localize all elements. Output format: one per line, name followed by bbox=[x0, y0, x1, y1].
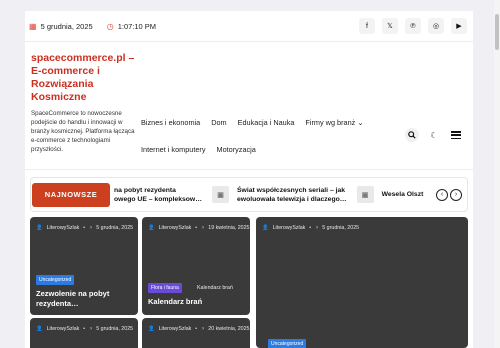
nav-item-biznes[interactable]: Biznes i ekonomia bbox=[141, 118, 200, 127]
top-bar: ▦ 5 grudnia, 2025 ◷ 1:07:10 PM f 𝕏 ℗ ◎ ▶ bbox=[25, 11, 473, 42]
facebook-icon[interactable]: f bbox=[359, 18, 375, 34]
post-author[interactable]: LiterowySzlak bbox=[47, 326, 80, 332]
post-tag[interactable]: Kalendarz brań bbox=[197, 285, 233, 291]
ticker-items: na pobyt rezydenta owego UE – kompleksow… bbox=[114, 186, 436, 204]
date-text: 5 grudnia, 2025 bbox=[40, 21, 93, 31]
calendar-icon: ▦ bbox=[29, 21, 37, 31]
ticker-item-line: owego UE – kompleksow… bbox=[114, 195, 203, 203]
post-date: 5 grudnia, 2025 bbox=[96, 326, 134, 332]
ticker-label: NAJNOWSZE bbox=[32, 182, 110, 207]
nav-item-edukacja[interactable]: Edukacja i Nauka bbox=[238, 118, 295, 127]
image-placeholder-icon: ▣ bbox=[212, 186, 230, 203]
chevron-right-icon[interactable]: › bbox=[450, 188, 462, 201]
chevron-left-icon[interactable]: ‹ bbox=[436, 188, 448, 201]
post-author[interactable]: LiterowySzlak bbox=[273, 225, 306, 231]
nav-item-firmy[interactable]: Firmy wg branż ⌄ bbox=[305, 118, 363, 127]
menu-icon[interactable] bbox=[449, 128, 463, 142]
nav-item-dom[interactable]: Dom bbox=[211, 118, 226, 127]
ticker-item-line: na pobyt rezydenta bbox=[114, 186, 176, 194]
post-author[interactable]: LiterowySzlak bbox=[47, 225, 80, 231]
clock-icon: ◷ bbox=[106, 21, 114, 31]
post-meta: 👤 LiterowySzlak • ◔ 5 grudnia, 2025 bbox=[36, 326, 133, 332]
post-meta: 👤 LiterowySzlak • ◔ 20 kwietnia, 2025 bbox=[148, 326, 250, 332]
ticker-item[interactable]: ▣ Świat współczesnych seriali – jak ewol… bbox=[212, 186, 347, 204]
ticker-controls: ‹ › bbox=[436, 188, 462, 201]
header-actions: ☾ bbox=[405, 128, 463, 142]
nav-row: Internet i komputery Motoryzacja bbox=[141, 145, 256, 154]
nav-item-motoryzacja[interactable]: Motoryzacja bbox=[217, 145, 256, 154]
instagram-icon[interactable]: ◎ bbox=[428, 18, 444, 34]
post-date: 5 grudnia, 2025 bbox=[322, 225, 360, 231]
time-display: ◷ 1:07:10 PM bbox=[107, 22, 156, 31]
post-date: 20 kwietnia, 2025 bbox=[208, 326, 250, 332]
category-badge[interactable]: Uncategorized bbox=[36, 275, 75, 285]
ticker-item[interactable]: ▣ Wesela Olszt bbox=[356, 186, 424, 203]
page-scrollbar[interactable] bbox=[494, 0, 500, 348]
date-display: ▦ 5 grudnia, 2025 bbox=[29, 22, 93, 31]
clock-icon: ◔ bbox=[89, 225, 93, 231]
separator-dot: • bbox=[309, 225, 312, 231]
site-title[interactable]: spacecommerce.pl – E-commerce i Rozwiąza… bbox=[31, 52, 135, 104]
ticker-item[interactable]: na pobyt rezydenta owego UE – kompleksow… bbox=[114, 186, 202, 204]
site-header: spacecommerce.pl – E-commerce i Rozwiąza… bbox=[25, 42, 473, 170]
post-card[interactable]: 👤 LiterowySzlak • ◔ 5 grudnia, 2025 Unca… bbox=[30, 217, 138, 315]
category-badge[interactable]: Flora i fauna bbox=[148, 283, 182, 293]
post-title[interactable]: Zezwolenie na pobyt rezydenta… bbox=[36, 289, 132, 308]
x-icon[interactable]: 𝕏 bbox=[382, 18, 398, 34]
clock-icon: ◔ bbox=[89, 326, 93, 332]
post-meta: 👤 LiterowySzlak • ◔ 5 grudnia, 2025 bbox=[36, 225, 133, 231]
brand: spacecommerce.pl – E-commerce i Rozwiąza… bbox=[31, 52, 135, 154]
time-text: 1:07:10 PM bbox=[117, 21, 157, 31]
site-description: SpaceCommerce to nowoczesne podejście do… bbox=[31, 110, 135, 153]
post-date: 19 kwietnia, 2025 bbox=[208, 225, 250, 231]
separator-dot: • bbox=[83, 225, 86, 231]
news-ticker: NAJNOWSZE na pobyt rezydenta owego UE – … bbox=[30, 177, 468, 212]
scrollbar-thumb[interactable] bbox=[495, 14, 499, 50]
user-icon: 👤 bbox=[36, 326, 43, 332]
post-card[interactable]: 👤 LiterowySzlak • ◔ 19 kwietnia, 2025 Fl… bbox=[142, 217, 250, 315]
separator-dot: • bbox=[195, 225, 198, 231]
category-badge[interactable]: Uncategorized bbox=[268, 339, 307, 348]
post-author[interactable]: LiterowySzlak bbox=[159, 225, 192, 231]
post-title[interactable]: Kalendarz brań bbox=[148, 297, 244, 307]
separator-dot: • bbox=[195, 326, 198, 332]
ticker-item-line: Świat współczesnych seriali – jak bbox=[237, 186, 346, 194]
search-icon[interactable] bbox=[405, 128, 419, 142]
clock-icon: ◔ bbox=[315, 225, 319, 231]
dark-mode-icon[interactable]: ☾ bbox=[427, 128, 441, 142]
user-icon: 👤 bbox=[262, 225, 269, 231]
nav-row: Biznes i ekonomia Dom Edukacja i Nauka F… bbox=[141, 118, 363, 127]
post-card-featured[interactable]: 👤 LiterowySzlak • ◔ 5 grudnia, 2025 Unca… bbox=[256, 217, 468, 348]
post-card[interactable]: 👤 LiterowySzlak • ◔ 20 kwietnia, 2025 bbox=[142, 318, 250, 348]
youtube-icon[interactable]: ▶ bbox=[451, 18, 467, 34]
user-icon: 👤 bbox=[36, 225, 43, 231]
ticker-item-line: Wesela Olszt bbox=[381, 191, 424, 198]
clock-icon: ◔ bbox=[201, 326, 205, 332]
user-icon: 👤 bbox=[148, 225, 155, 231]
ticker-item-line: ewoluowała telewizja i dlaczego… bbox=[237, 195, 347, 203]
post-meta: 👤 LiterowySzlak • ◔ 5 grudnia, 2025 bbox=[262, 225, 359, 231]
nav-item-internet[interactable]: Internet i komputery bbox=[141, 145, 206, 154]
image-placeholder-icon: ▣ bbox=[356, 186, 374, 203]
social-links: f 𝕏 ℗ ◎ ▶ bbox=[359, 18, 467, 34]
user-icon: 👤 bbox=[148, 326, 155, 332]
clock-icon: ◔ bbox=[201, 225, 205, 231]
page: ▦ 5 grudnia, 2025 ◷ 1:07:10 PM f 𝕏 ℗ ◎ ▶… bbox=[25, 11, 473, 348]
post-date: 5 grudnia, 2025 bbox=[96, 225, 134, 231]
post-meta: 👤 LiterowySzlak • ◔ 19 kwietnia, 2025 bbox=[148, 225, 250, 231]
post-author[interactable]: LiterowySzlak bbox=[159, 326, 192, 332]
pinterest-icon[interactable]: ℗ bbox=[405, 18, 421, 34]
post-card[interactable]: 👤 LiterowySzlak • ◔ 5 grudnia, 2025 bbox=[30, 318, 138, 348]
separator-dot: • bbox=[83, 326, 86, 332]
